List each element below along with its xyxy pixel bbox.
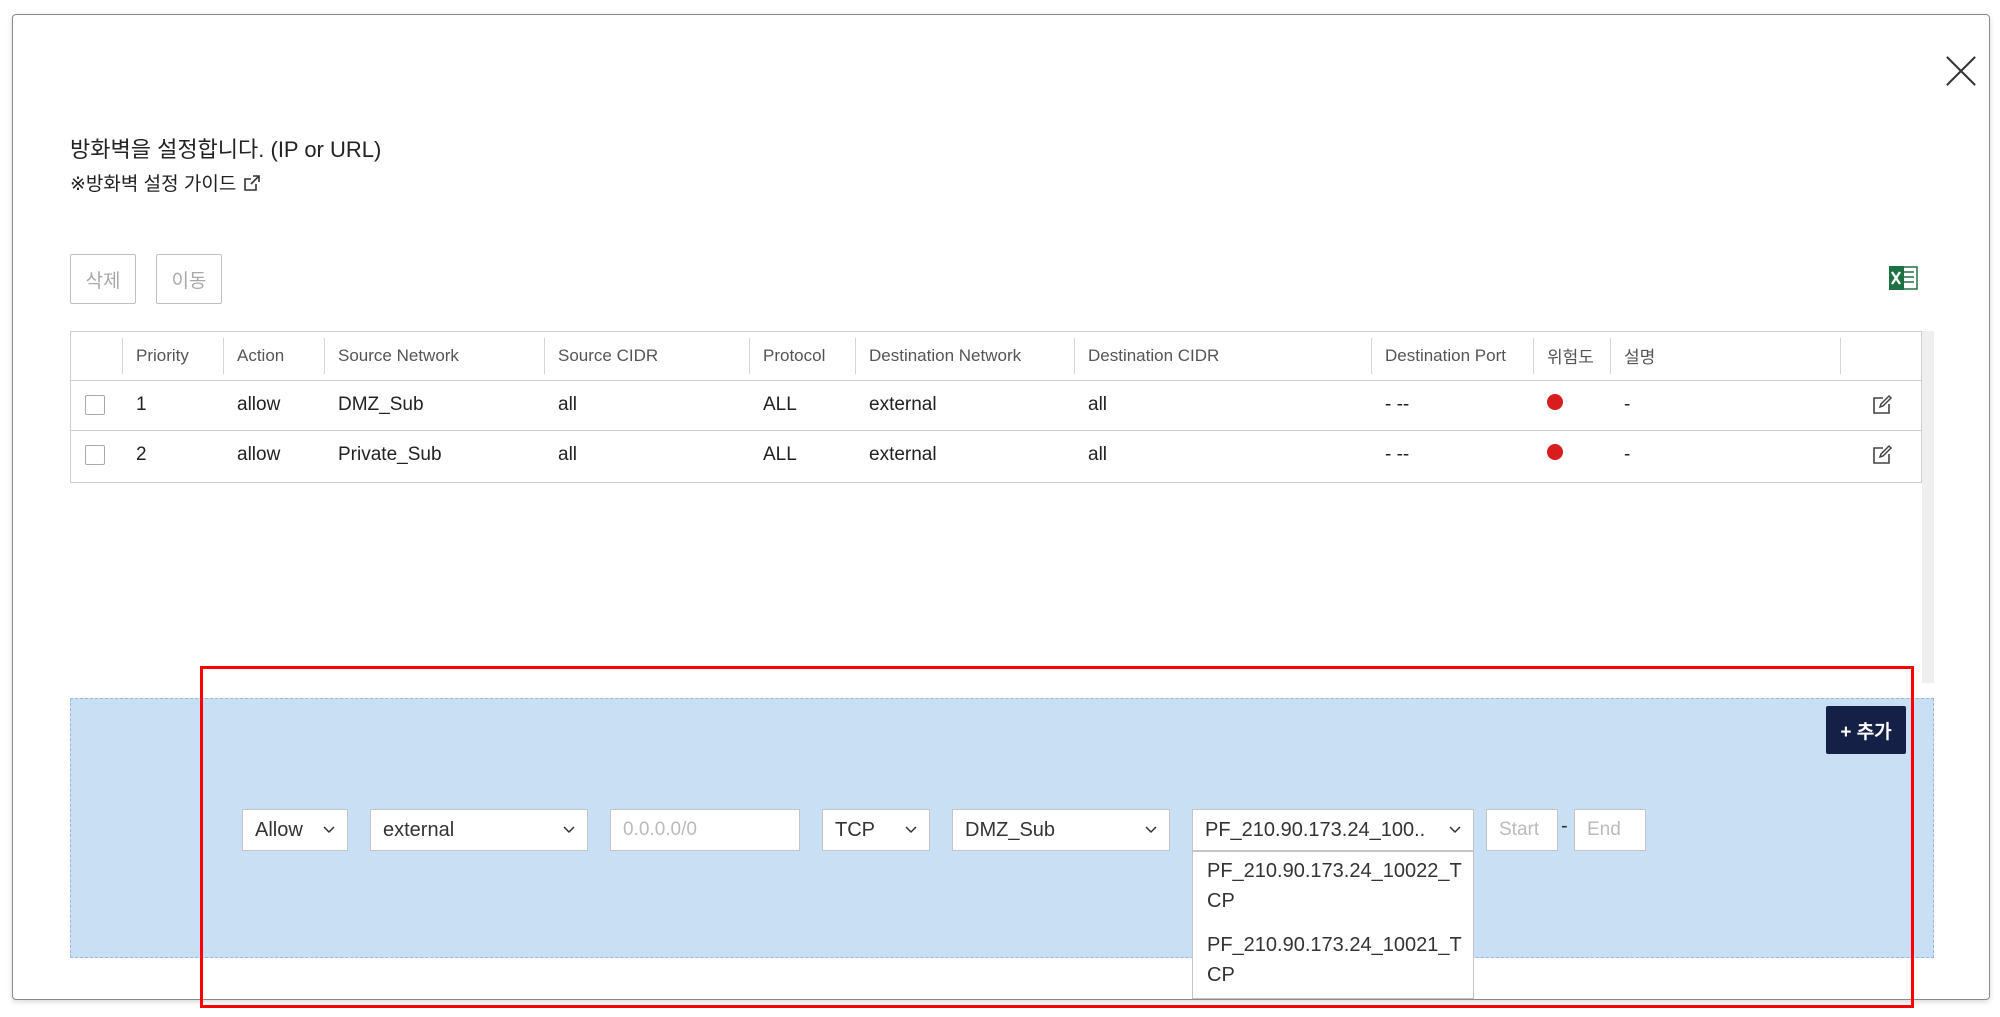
header-source-cidr[interactable]: Source CIDR <box>544 332 749 381</box>
cell-priority: 2 <box>136 444 147 466</box>
firewall-rules-table: Priority Action Source Network Source CI… <box>70 331 1923 483</box>
header-source-network[interactable]: Source Network <box>324 332 544 381</box>
header-description[interactable]: 설명 <box>1610 332 1840 381</box>
header-risk[interactable]: 위험도 <box>1533 332 1610 381</box>
cell-destination-port: - -- <box>1385 444 1410 466</box>
chevron-down-icon <box>1449 826 1461 834</box>
protocol-select[interactable]: TCP <box>822 809 930 851</box>
destination-cidr-select-value: PF_210.90.173.24_100.. <box>1205 818 1426 841</box>
cell-description: - <box>1624 444 1631 466</box>
protocol-select-value: TCP <box>835 818 875 841</box>
cell-source-network: DMZ_Sub <box>324 380 544 431</box>
cell-priority: 1 <box>122 380 223 431</box>
modal-description: 방화벽을 설정합니다. (IP or URL) <box>70 137 382 162</box>
header-select <box>71 332 122 381</box>
cell-destination-cidr: all <box>1088 444 1108 466</box>
header-priority[interactable]: Priority <box>122 332 223 381</box>
chevron-down-icon <box>323 826 335 834</box>
port-end-input[interactable]: End <box>1574 809 1646 851</box>
dropdown-option[interactable]: PF_210.90.173.24_10021_TCP <box>1207 930 1467 990</box>
port-start-input[interactable]: Start <box>1486 809 1558 851</box>
cell-destination-cidr: all <box>1074 380 1371 431</box>
cell-destination-port: - -- <box>1371 380 1533 431</box>
cell-destination-network: external <box>855 380 1074 431</box>
header-protocol[interactable]: Protocol <box>749 332 855 381</box>
move-button[interactable]: 이동 <box>156 254 222 304</box>
excel-icon[interactable] <box>1888 264 1918 292</box>
cell-destination-network: external <box>869 444 937 466</box>
cell-action: allow <box>223 380 324 431</box>
cell-description: - <box>1610 380 1840 431</box>
guide-link-label: ※방화벽 설정 가이드 <box>70 174 237 195</box>
port-separator: - <box>1561 815 1568 837</box>
destination-cidr-dropdown: PF_210.90.173.24_10022_TCP PF_210.90.173… <box>1192 851 1474 999</box>
action-select[interactable]: Allow <box>242 809 348 851</box>
source-cidr-input[interactable]: 0.0.0.0/0 <box>610 809 800 851</box>
action-select-value: Allow <box>255 818 303 841</box>
background-page-title <box>0 0 2000 14</box>
cell-protocol: ALL <box>749 380 855 431</box>
dropdown-option[interactable]: PF_210.90.173.24_10022_TCP <box>1207 856 1467 916</box>
edit-icon[interactable] <box>1871 394 1893 416</box>
source-network-select-value: external <box>383 818 455 841</box>
header-edit <box>1840 332 1923 381</box>
risk-indicator <box>1547 444 1563 461</box>
header-destination-cidr[interactable]: Destination CIDR <box>1074 332 1371 381</box>
delete-button[interactable]: 삭제 <box>70 254 136 304</box>
chevron-down-icon <box>1145 826 1157 834</box>
destination-cidr-select[interactable]: PF_210.90.173.24_100.. <box>1192 809 1474 851</box>
row-checkbox[interactable] <box>85 394 105 415</box>
firewall-guide-link[interactable]: ※방화벽 설정 가이드 <box>70 169 262 196</box>
cell-action: allow <box>237 444 281 466</box>
chevron-down-icon <box>905 826 917 834</box>
cell-source-network: Private_Sub <box>338 444 442 466</box>
header-action[interactable]: Action <box>223 332 324 381</box>
cell-protocol: ALL <box>763 444 797 466</box>
table-header-row: Priority Action Source Network Source CI… <box>71 332 1923 381</box>
cell-source-cidr: all <box>544 380 749 431</box>
source-network-select[interactable]: external <box>370 809 588 851</box>
close-icon[interactable] <box>1945 55 1977 87</box>
destination-network-select[interactable]: DMZ_Sub <box>952 809 1170 851</box>
header-destination-network[interactable]: Destination Network <box>855 332 1074 381</box>
chevron-down-icon <box>563 826 575 834</box>
table-scrollbar[interactable] <box>1922 331 1934 683</box>
risk-indicator <box>1547 394 1563 410</box>
table-row: 2 allow Private_Sub all ALL external all… <box>71 430 1923 480</box>
external-link-icon <box>244 174 261 191</box>
destination-network-select-value: DMZ_Sub <box>965 818 1056 841</box>
cell-source-cidr: all <box>558 444 578 466</box>
table-row: 1 allow DMZ_Sub all ALL external all - -… <box>71 380 1923 431</box>
edit-icon[interactable] <box>1871 444 1893 466</box>
header-destination-port[interactable]: Destination Port <box>1371 332 1533 381</box>
add-rule-button[interactable]: + 추가 <box>1826 706 1906 754</box>
row-checkbox[interactable] <box>85 445 105 466</box>
